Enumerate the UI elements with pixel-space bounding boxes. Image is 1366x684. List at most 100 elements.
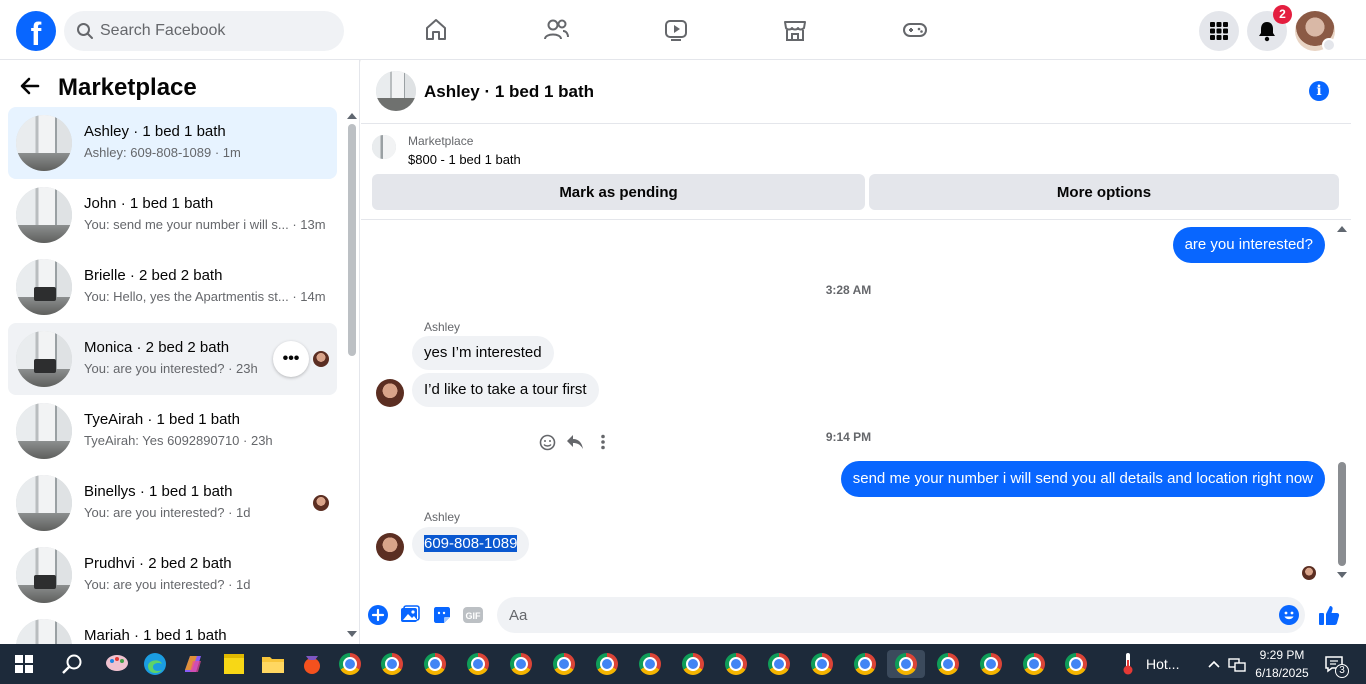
photo-icon[interactable] <box>399 604 421 626</box>
gif-icon[interactable]: GIF <box>462 604 484 626</box>
chevron-down-icon[interactable] <box>1322 38 1336 52</box>
search-box[interactable] <box>64 11 344 51</box>
listing-thumbnail[interactable] <box>376 71 416 111</box>
conversation-preview: You: send me your number i will s... · 1… <box>84 217 326 232</box>
reply-icon[interactable] <box>566 433 584 451</box>
clock-date[interactable]: 6/18/2025 <box>1250 666 1314 680</box>
paint-app-icon[interactable] <box>103 650 131 678</box>
info-icon[interactable]: i <box>1309 81 1329 101</box>
file-explorer-icon[interactable] <box>259 650 287 678</box>
sticky-notes-icon[interactable] <box>220 650 248 678</box>
chrome-icon[interactable] <box>808 650 836 678</box>
scroll-up-arrow[interactable] <box>1337 226 1347 232</box>
copilot-icon[interactable] <box>179 650 207 678</box>
friends-icon[interactable] <box>540 14 572 46</box>
conversation-item[interactable]: John · 1 bed 1 bath You: send me your nu… <box>8 179 337 251</box>
chat-title[interactable]: Ashley · 1 bed 1 bath <box>424 82 594 102</box>
sender-avatar[interactable] <box>376 533 404 561</box>
chrome-icon[interactable] <box>636 650 664 678</box>
taskbar-app-icon[interactable] <box>298 650 326 678</box>
selected-text[interactable]: 609-808-1089 <box>424 535 518 552</box>
chrome-icon[interactable] <box>851 650 879 678</box>
scroll-down-arrow[interactable] <box>1337 572 1347 578</box>
conversation-item[interactable]: Ashley · 1 bed 1 bath Ashley: 609-808-10… <box>8 107 337 179</box>
gaming-icon[interactable] <box>899 14 931 46</box>
conversation-name: Prudhvi · 2 bed 2 bath <box>84 555 232 572</box>
react-emoji-icon[interactable] <box>538 433 556 451</box>
menu-grid-button[interactable] <box>1199 11 1239 51</box>
conversation-item[interactable]: TyeAirah · 1 bed 1 bath TyeAirah: Yes 60… <box>8 395 337 467</box>
chrome-icon[interactable] <box>378 650 406 678</box>
back-arrow-icon[interactable] <box>20 77 40 100</box>
chrome-icon[interactable] <box>765 650 793 678</box>
network-icon[interactable] <box>1223 650 1251 678</box>
search-input[interactable] <box>100 11 330 51</box>
listing-thumbnail <box>16 259 72 315</box>
conversation-item[interactable]: Brielle · 2 bed 2 bath You: Hello, yes t… <box>8 251 337 323</box>
listing-thumbnail <box>16 331 72 387</box>
chrome-icon[interactable] <box>977 650 1005 678</box>
sticker-icon[interactable] <box>431 604 453 626</box>
chrome-icon[interactable] <box>593 650 621 678</box>
chat-scrollbar[interactable] <box>1338 462 1346 566</box>
chrome-icon[interactable] <box>934 650 962 678</box>
taskbar-search-icon[interactable] <box>58 650 86 678</box>
incoming-message[interactable]: yes I’m interested <box>412 336 554 370</box>
home-icon[interactable] <box>420 14 452 46</box>
conversation-item[interactable]: Prudhvi · 2 bed 2 bath You: are you inte… <box>8 539 337 611</box>
conversation-preview: You: are you interested? · 1d <box>84 505 251 520</box>
conversation-item[interactable]: Monica · 2 bed 2 bath You: are you inter… <box>8 323 337 395</box>
message-input[interactable] <box>497 597 1305 633</box>
scroll-down-arrow[interactable] <box>347 631 357 637</box>
chrome-icon[interactable] <box>507 650 535 678</box>
windows-start-icon[interactable] <box>10 650 38 678</box>
chrome-icon[interactable] <box>679 650 707 678</box>
chrome-icon[interactable] <box>550 650 578 678</box>
notification-badge: 2 <box>1273 5 1292 24</box>
marketplace-icon[interactable] <box>779 14 811 46</box>
chrome-icon[interactable] <box>887 650 925 678</box>
edge-browser-icon[interactable] <box>141 650 169 678</box>
mark-as-pending-button[interactable]: Mark as pending <box>372 174 865 210</box>
conversation-preview: You: are you interested? · 23h <box>84 361 258 376</box>
chrome-icon[interactable] <box>421 650 449 678</box>
chat-panel: Ashley · 1 bed 1 bath i Marketplace $800… <box>361 60 1366 644</box>
chat-header: Ashley · 1 bed 1 bath i <box>361 60 1351 124</box>
clock-time[interactable]: 9:29 PM <box>1250 648 1314 662</box>
seen-avatar <box>313 495 329 511</box>
page-title: Marketplace <box>58 74 197 101</box>
chrome-icon[interactable] <box>1062 650 1090 678</box>
thumbs-up-icon[interactable] <box>1318 604 1340 626</box>
scroll-up-arrow[interactable] <box>347 113 357 119</box>
outgoing-message[interactable]: send me your number i will send you all … <box>840 461 1325 497</box>
more-options-button[interactable]: More options <box>869 174 1339 210</box>
conversation-more-button[interactable]: ••• <box>273 341 309 377</box>
listing-thumbnail[interactable] <box>372 135 396 159</box>
incoming-message[interactable]: 609-808-1089 <box>412 527 530 561</box>
sidebar-scrollbar[interactable] <box>348 124 356 356</box>
seen-avatar <box>1302 566 1316 580</box>
add-plus-icon[interactable] <box>367 604 389 626</box>
incoming-message[interactable]: I’d like to take a tour first <box>412 373 599 407</box>
chrome-icon[interactable] <box>722 650 750 678</box>
chrome-icon[interactable] <box>1020 650 1048 678</box>
thermometer-icon[interactable] <box>1114 650 1142 678</box>
weather-text[interactable]: Hot... <box>1146 656 1179 672</box>
chrome-icon[interactable] <box>464 650 492 678</box>
chrome-icon[interactable] <box>336 650 364 678</box>
conversation-item[interactable]: Binellys · 1 bed 1 bath You: are you int… <box>8 467 337 539</box>
sender-avatar[interactable] <box>376 379 404 407</box>
listing-category: Marketplace <box>408 134 474 148</box>
more-vertical-icon[interactable] <box>594 433 612 451</box>
listing-thumbnail <box>16 547 72 603</box>
windows-taskbar: Hot... 9:29 PM 6/18/2025 3 <box>0 644 1366 684</box>
video-icon[interactable] <box>660 14 692 46</box>
emoji-icon[interactable] <box>1278 604 1300 626</box>
facebook-logo[interactable]: f <box>16 11 56 51</box>
listing-banner: Marketplace $800 - 1 bed 1 bath Mark as … <box>361 124 1351 220</box>
conversation-item[interactable]: Mariah · 1 bed 1 bath <box>8 611 337 644</box>
listing-thumbnail <box>16 187 72 243</box>
listing-price[interactable]: $800 - 1 bed 1 bath <box>408 152 521 167</box>
outgoing-message[interactable]: are you interested? <box>1172 227 1325 263</box>
gif-label: GIF <box>466 611 482 621</box>
